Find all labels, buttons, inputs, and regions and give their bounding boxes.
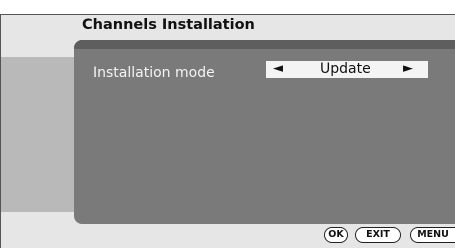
installation-mode-label: Installation mode [93,65,215,81]
ok-button[interactable]: OK [324,227,348,243]
arrow-left-icon[interactable]: ◄ [273,60,283,78]
menu-button[interactable]: MENU [410,227,455,243]
panel-header-strip [74,40,455,49]
installation-mode-value: Update [320,61,371,77]
arrow-right-icon[interactable]: ► [403,60,413,78]
exit-button[interactable]: EXIT [355,227,401,243]
page-title: Channels Installation [82,17,255,33]
